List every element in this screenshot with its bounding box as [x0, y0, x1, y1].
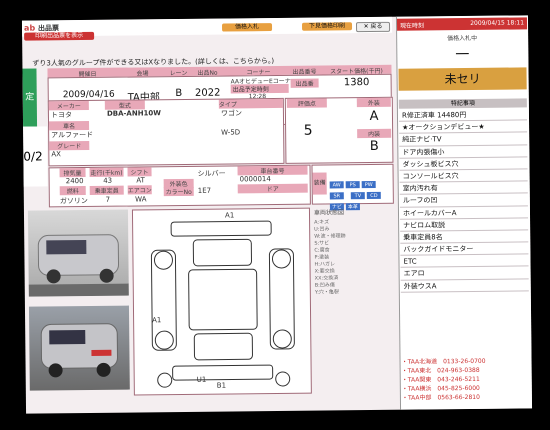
exterior-label: 外装: [356, 97, 391, 108]
logo: ab: [23, 23, 36, 33]
car-photo-front[interactable]: [27, 209, 129, 297]
type-value: DBA-ANH10W: [106, 109, 162, 118]
date-fragment: 0/2: [23, 126, 48, 187]
diagram-marker: B1: [216, 381, 227, 390]
model-value: アルファード: [51, 130, 94, 140]
interior-value: B: [369, 138, 379, 155]
status-tab: 定: [22, 68, 38, 127]
unsold-status: 未セリ: [398, 67, 527, 91]
clock-label: 現在時刻: [399, 22, 425, 30]
clock-bar: 現在時刻 2009/04/15 18:11: [396, 17, 528, 31]
grade-value: AX: [51, 150, 61, 159]
score-label: 評価点: [286, 98, 327, 108]
equipment-chips: AW PS PWSR TV CDナビ 本革: [329, 177, 392, 211]
diagram-marker: A1: [152, 316, 162, 325]
print-sheet-button[interactable]: 印刷出品票を表示: [24, 31, 95, 41]
lot-number: 2022: [194, 87, 221, 99]
color-code-label: カラーNo: [163, 186, 194, 197]
price-bid-button[interactable]: 価格入札: [221, 23, 273, 32]
equip-chip: SR: [329, 192, 344, 200]
diagram-marker: U1: [196, 375, 207, 384]
type-label: 型式: [104, 100, 145, 110]
equip-chip: AW: [329, 181, 344, 189]
interior-label: 内装: [357, 128, 392, 139]
drive-sub: W-5D: [221, 128, 241, 137]
seats-label: 乗車定員: [89, 185, 124, 195]
displacement-label: 排気量: [59, 168, 86, 178]
lot-label: 出品番: [290, 78, 319, 88]
car-photo-rear[interactable]: [28, 305, 130, 391]
shift-value: AT: [136, 176, 145, 185]
color-code-value: 1E7: [197, 186, 212, 195]
score-value: 5: [303, 122, 313, 139]
shift-label: シフト: [127, 167, 152, 177]
grade-label: グレード: [49, 140, 90, 151]
legend-title: 車両状態図: [313, 209, 345, 217]
preview-print-button[interactable]: 下見価格印刷: [301, 22, 353, 31]
memo-title: 特記事項: [398, 98, 527, 109]
equip-chip: TV: [350, 192, 365, 200]
contact-tel: 0563-66-2810: [437, 393, 480, 402]
header-bar: ab 出品票 印刷出品票を表示 価格入札 下見価格印刷 ✕ 戻る: [21, 16, 393, 41]
ac-value: WA: [135, 195, 147, 204]
contact-list: ・TAA北海道 0133-26-0700 ・TAA東北 024-963-0388…: [401, 355, 530, 402]
car-outline-diagram: [150, 220, 295, 388]
legend-item: Y:穴・亀裂: [314, 289, 339, 296]
corner-sub: 出品予定時刻: [230, 83, 289, 94]
chassis-value: 0000014: [239, 175, 271, 184]
auction-sheet-screen: ab 出品票 印刷出品票を表示 価格入札 下見価格印刷 ✕ 戻る ずり3人氣のグ…: [21, 15, 533, 414]
equip-chip: PW: [361, 180, 376, 189]
contact-row: ・TAA中部 0563-66-2810: [401, 391, 530, 402]
fuel-value: ガソリン: [59, 196, 88, 206]
color-value: シルバー: [197, 169, 226, 178]
displacement-value: 2400: [65, 177, 84, 186]
condition-diagram: A1 A1 B1 U1: [131, 207, 312, 396]
drive-value: ワゴン: [220, 109, 242, 118]
equipment-label: 装備: [312, 172, 327, 195]
auction-date: 2009/04/16: [62, 89, 115, 101]
clock-value: 2009/04/15 18:11: [470, 19, 525, 27]
memo-item: 外装ウスA: [400, 278, 529, 293]
auction-lane: B: [175, 87, 183, 100]
diagram-marker: A1: [224, 211, 235, 220]
mileage-value: 43: [103, 176, 113, 185]
bid-price: 一: [455, 46, 470, 64]
fuel-label: 燃料: [59, 186, 86, 196]
model-label: 車名: [49, 120, 90, 131]
maker-label: メーカー: [48, 100, 89, 111]
mileage-label: 走行(千km): [89, 167, 124, 177]
maker-value: トヨタ: [50, 111, 72, 120]
diagram-legend: 車両状態図 A:キズ U:凹み W:波・修理跡 S:サビ C:腐食 P:塗装 H…: [314, 207, 395, 298]
exterior-value: A: [369, 108, 379, 125]
back-button[interactable]: ✕ 戻る: [355, 21, 391, 33]
doors-label: ドア: [237, 183, 308, 194]
equip-chip: PS: [345, 181, 360, 189]
seats-value: 7: [105, 195, 111, 204]
car-rear-image: [40, 323, 118, 378]
car-front-image: [28, 234, 129, 297]
memo-list: R修正済車 14480円 ★オークションデビュー★ 純正ナビ·TV ドア内張傷小…: [398, 108, 529, 293]
equip-chip: CD: [366, 191, 381, 200]
contact-name: ・TAA中部: [401, 394, 432, 402]
start-price: 1380: [343, 77, 370, 89]
ac-label: エアコン: [127, 185, 152, 195]
